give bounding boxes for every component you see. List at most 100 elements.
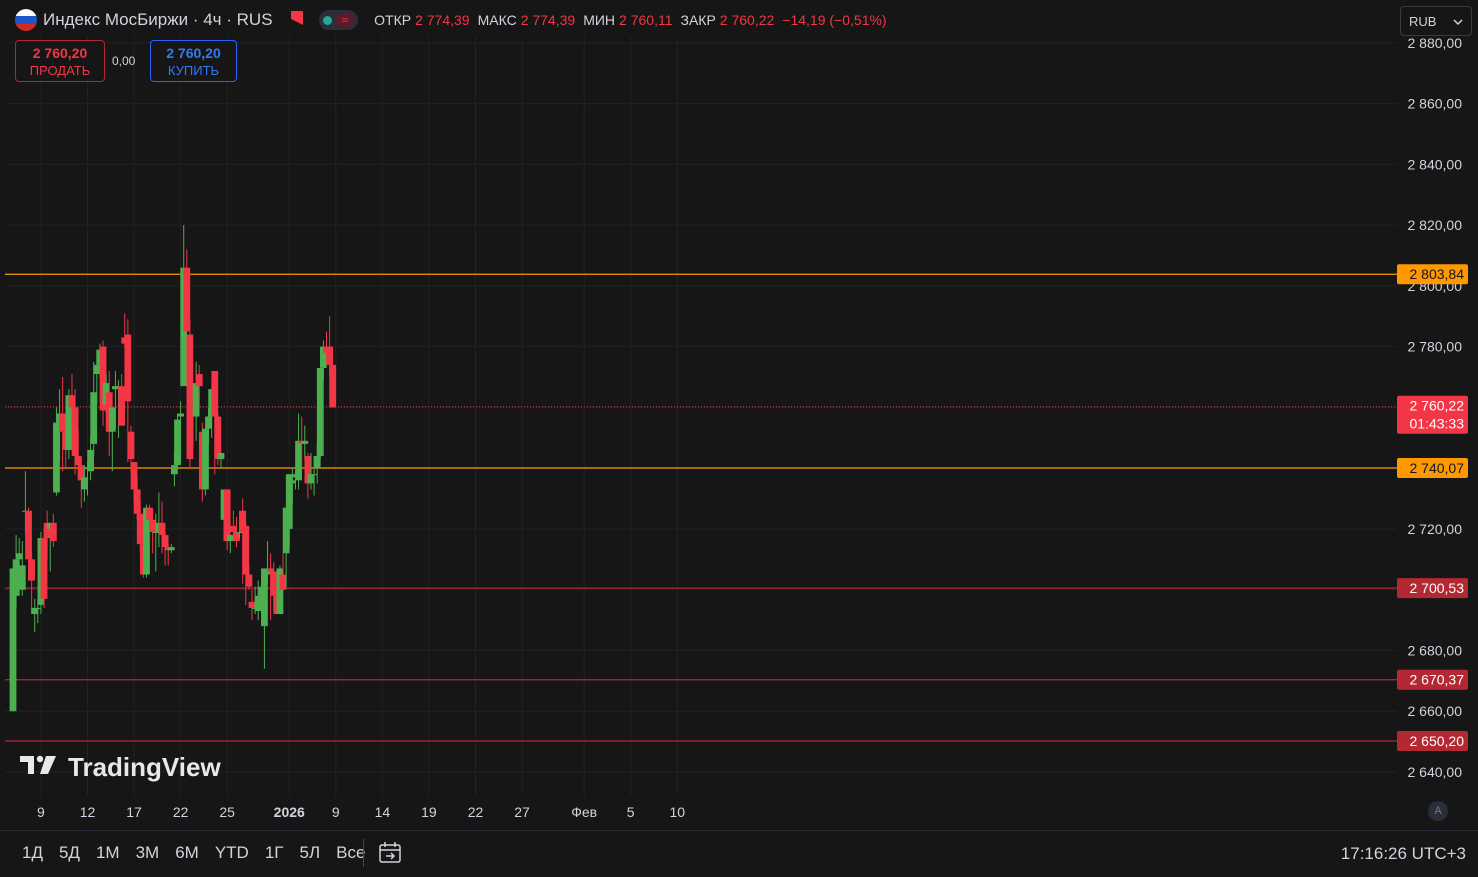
brand-name: TradingView — [68, 752, 221, 782]
level-price-badge — [1397, 669, 1468, 690]
candle — [217, 452, 225, 469]
candle-body — [28, 559, 36, 581]
candle-body — [177, 413, 185, 417]
level-price-label: 2 670,37 — [1410, 672, 1465, 688]
candle-body — [87, 449, 94, 472]
level-price-label: 2 740,07 — [1410, 460, 1465, 476]
candle — [167, 544, 175, 554]
candle — [192, 361, 200, 441]
range-1m-button[interactable]: 1М — [90, 843, 126, 863]
buy-price: 2 760,20 — [166, 45, 221, 61]
tradingview-logo-icon — [20, 752, 60, 783]
candle-body — [146, 507, 153, 520]
time-tick-label: 17 — [126, 804, 142, 820]
auto-scale-button[interactable]: A — [1428, 801, 1448, 821]
candle-body — [71, 407, 79, 457]
currency-selector[interactable]: RUB — [1400, 6, 1472, 36]
high-label: МАКС — [477, 12, 517, 28]
buy-label: КУПИТЬ — [167, 63, 220, 78]
buy-button[interactable]: 2 760,20 КУПИТЬ — [150, 40, 237, 82]
price-tick-label: 2 840,00 — [1408, 156, 1463, 172]
price-tick-label: 2 780,00 — [1408, 339, 1463, 355]
time-tick-label: Фев — [571, 804, 597, 820]
chart-plot-area[interactable] — [5, 36, 1397, 796]
candle-body — [68, 395, 76, 408]
candlestick-chart[interactable] — [5, 36, 1397, 796]
price-tick-label: 2 700,00 — [1408, 582, 1463, 598]
candle-body — [152, 531, 160, 533]
candle — [261, 568, 268, 669]
candle-body — [136, 513, 144, 545]
level-price-badge — [1397, 731, 1468, 752]
candle-body — [229, 525, 237, 532]
market-status[interactable]: ≈ — [318, 10, 359, 30]
range-1y-button[interactable]: 1Г — [259, 843, 290, 863]
chevron-down-icon — [1453, 14, 1463, 29]
symbol-legend: Индекс МосБиржи · 4ч · RUS ≈ ОТКР 2 774,… — [15, 8, 891, 32]
candle-body — [254, 595, 262, 611]
low-value: 2 760,11 — [619, 12, 673, 28]
level-price-badge — [1397, 578, 1468, 599]
candle-body — [108, 407, 116, 432]
candle-body — [270, 571, 278, 596]
candle-body — [245, 574, 253, 587]
candle — [301, 425, 309, 460]
price-tick-label: 2 880,00 — [1408, 35, 1463, 51]
candle-body — [326, 346, 334, 365]
range-all-button[interactable]: Все — [330, 843, 371, 863]
range-6m-button[interactable]: 6М — [169, 843, 205, 863]
price-tick-label: 2 860,00 — [1408, 96, 1463, 112]
candle-body — [313, 456, 321, 469]
candle-body — [74, 456, 82, 466]
candle-body — [195, 373, 203, 387]
clock-timezone[interactable]: 17:16:26 UTC+3 — [1341, 844, 1466, 864]
time-tick-label: 10 — [669, 804, 685, 820]
time-tick-label: 12 — [80, 804, 96, 820]
open-value: 2 774,39 — [415, 12, 470, 28]
low-label: МИН — [583, 12, 616, 28]
candle — [242, 522, 250, 605]
time-tick-label: 27 — [514, 804, 530, 820]
tradingview-logo[interactable]: TradingView — [20, 752, 221, 783]
last-price-badge — [1397, 395, 1468, 434]
high-value: 2 774,39 — [520, 12, 576, 28]
range-3m-button[interactable]: 3М — [130, 843, 166, 863]
candle-body — [186, 334, 194, 460]
candle-body — [205, 416, 212, 429]
price-tick-label: 2 680,00 — [1408, 642, 1463, 658]
candle — [118, 373, 126, 426]
candle-body — [288, 480, 296, 484]
candle — [28, 550, 36, 615]
candle-body — [59, 413, 67, 432]
range-ytd-button[interactable]: YTD — [209, 843, 255, 863]
candle-body — [316, 367, 324, 457]
candle-body — [248, 601, 256, 608]
level-price-label: 2 650,20 — [1410, 733, 1465, 749]
bottom-toolbar: 1Д 5Д 1М 3М 6М YTD 1Г 5Л Все 17:16:26 UT… — [0, 830, 1478, 877]
candle-body — [93, 364, 101, 374]
range-5d-button[interactable]: 5Д — [53, 843, 86, 863]
goto-date-icon[interactable] — [378, 841, 404, 870]
sell-button[interactable]: 2 760,20 ПРОДАТЬ — [15, 40, 105, 82]
symbol-title[interactable]: Индекс МосБиржи · 4ч · RUS — [43, 10, 273, 30]
range-1d-button[interactable]: 1Д — [16, 843, 49, 863]
candle-body — [236, 531, 243, 533]
time-tick-label: 5 — [627, 804, 635, 820]
price-tick-label: 2 820,00 — [1408, 217, 1463, 233]
flag-marker-icon[interactable] — [289, 10, 305, 31]
level-price-label: 2 803,84 — [1410, 266, 1465, 282]
candle-body — [329, 364, 337, 408]
time-tick-label: 9 — [332, 804, 340, 820]
candle — [155, 492, 163, 548]
candle-body — [310, 474, 318, 476]
candle-body — [127, 431, 135, 460]
candle-body — [214, 416, 222, 460]
candle-body — [167, 547, 175, 551]
range-5y-button[interactable]: 5Л — [293, 843, 326, 863]
data-delay-icon: ≈ — [335, 13, 355, 27]
toolbar-divider — [363, 839, 364, 867]
candle-body — [49, 522, 57, 542]
candle-body — [202, 428, 209, 490]
candle-body — [130, 462, 138, 490]
price-tick-label: 2 640,00 — [1408, 764, 1463, 780]
